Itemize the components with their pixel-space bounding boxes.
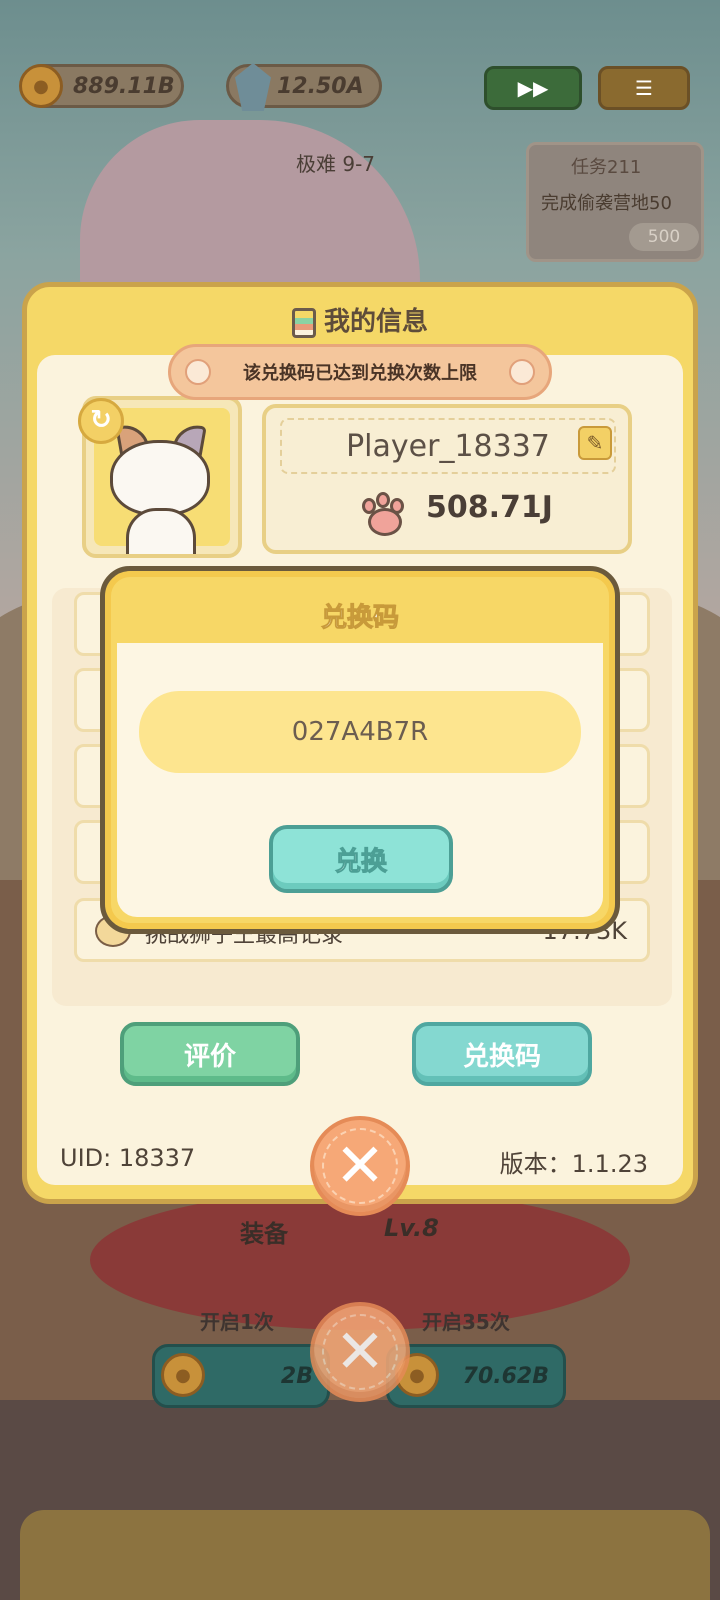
- gem-counter: 12.50A: [226, 63, 382, 111]
- cat-body: [126, 508, 196, 554]
- list-icon: [291, 307, 316, 338]
- open-once-label: 开启1次: [200, 1310, 274, 1334]
- info-panel-title: 我的信息: [323, 307, 428, 337]
- redeem-code-input[interactable]: [139, 691, 581, 773]
- rate-button[interactable]: 评价: [120, 1022, 300, 1086]
- task-card[interactable]: 任务211 完成偷袭营地50 500: [526, 142, 704, 262]
- task-description: 完成偷袭营地50: [541, 193, 672, 214]
- background-close-button[interactable]: ✕: [310, 1302, 410, 1402]
- menu-icon: ☰: [635, 76, 653, 100]
- redeem-submit-label: 兑换: [334, 846, 387, 877]
- fast-forward-icon: ▶▶: [517, 76, 549, 100]
- error-toast: 该兑换码已达到兑换次数上限: [168, 344, 552, 400]
- difficulty-label: 极难 9-7: [296, 152, 376, 176]
- redeem-modal: 兑换码 兑换: [100, 566, 620, 934]
- gem-icon: [235, 63, 271, 111]
- refresh-icon: ↻: [90, 405, 112, 435]
- paw-value: 508.71J: [426, 490, 553, 525]
- player-name: Player_18337: [346, 428, 550, 464]
- paw-icon: [185, 359, 211, 385]
- paw-icon: [509, 359, 535, 385]
- equip-label: 装备: [240, 1220, 288, 1248]
- close-panel-button[interactable]: ✕: [310, 1116, 410, 1216]
- open-35-price: 70.62B: [462, 1363, 549, 1389]
- cat-head: [110, 440, 210, 516]
- redeem-code-button[interactable]: 兑换码: [412, 1022, 592, 1086]
- paw-icon: [358, 492, 410, 538]
- pencil-icon: ✎: [586, 431, 604, 455]
- coin-counter: ● 889.11B: [19, 64, 184, 108]
- menu-button[interactable]: ☰: [598, 66, 690, 110]
- toast-message: 该兑换码已达到兑换次数上限: [243, 363, 477, 384]
- equip-level: Lv.8: [384, 1214, 439, 1242]
- bottom-nav: [20, 1510, 710, 1600]
- player-name-field[interactable]: Player_18337: [280, 418, 616, 474]
- redeem-modal-title: 兑换码: [320, 603, 399, 634]
- edit-name-button[interactable]: ✎: [578, 426, 612, 460]
- open-once-price: 2B: [280, 1363, 313, 1389]
- coin-value: 889.11B: [73, 73, 175, 99]
- version-label: 版本：1.1.23: [499, 1150, 648, 1178]
- coin-icon: ●: [161, 1353, 205, 1397]
- gem-value: 12.50A: [277, 73, 364, 99]
- open-once-button[interactable]: ● 2B: [152, 1344, 330, 1408]
- redeem-submit-button[interactable]: 兑换: [269, 825, 453, 893]
- fast-forward-button[interactable]: ▶▶: [484, 66, 582, 110]
- uid-label: UID: 18337: [60, 1144, 196, 1172]
- coin-icon: ●: [19, 64, 63, 108]
- task-reward: 500: [629, 223, 699, 251]
- open-35-button[interactable]: ● 70.62B: [386, 1344, 566, 1408]
- refresh-avatar-button[interactable]: ↻: [78, 398, 124, 444]
- task-title: 任务211: [571, 157, 642, 178]
- rate-button-label: 评价: [183, 1041, 236, 1072]
- redeem-code-button-label: 兑换码: [462, 1041, 541, 1072]
- redeem-modal-body: 兑换: [117, 643, 603, 917]
- open-35-label: 开启35次: [422, 1310, 510, 1334]
- player-info-box: Player_18337 ✎ 508.71J: [262, 404, 632, 554]
- info-panel-title-row: 我的信息: [27, 301, 693, 338]
